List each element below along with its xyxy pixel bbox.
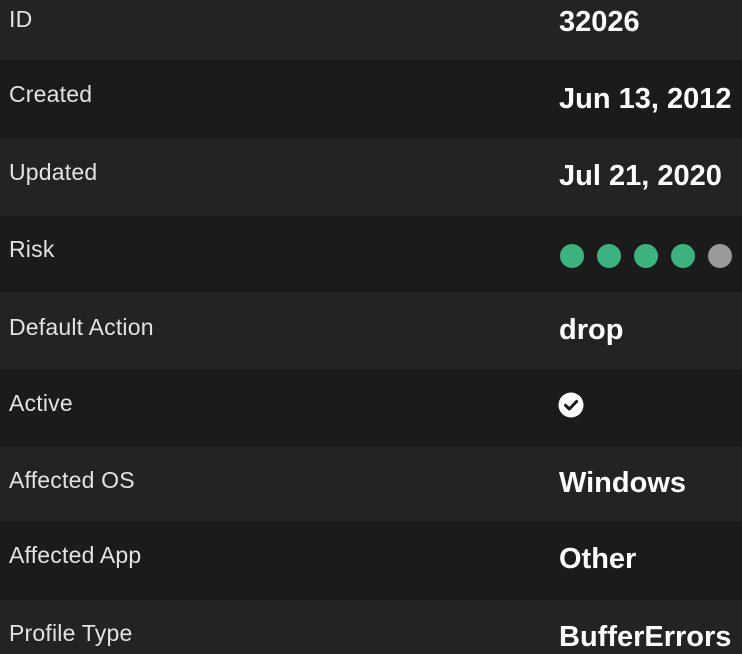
row-value-updated: Jul 21, 2020 <box>559 160 722 192</box>
row-label-active: Active <box>9 390 73 416</box>
row-id: ID 32026 <box>0 0 742 60</box>
row-value-id: 32026 <box>559 6 640 38</box>
row-risk: Risk <box>0 216 742 294</box>
details-table: ID 32026 Created Jun 13, 2012 Updated Ju… <box>0 0 742 654</box>
row-label-profile-type: Profile Type <box>9 620 133 646</box>
row-label-affected-app: Affected App <box>9 542 142 568</box>
row-value-created: Jun 13, 2012 <box>559 83 732 115</box>
row-label-updated: Updated <box>9 159 98 185</box>
risk-dot <box>634 244 658 268</box>
row-value-affected-app: Other <box>559 543 637 575</box>
row-affected-app: Affected App Other <box>0 522 742 600</box>
row-label-default-action: Default Action <box>9 314 154 340</box>
row-created: Created Jun 13, 2012 <box>0 60 742 138</box>
row-label-risk: Risk <box>9 236 55 262</box>
row-label-created: Created <box>9 81 93 107</box>
row-value-profile-type: BufferErrors <box>559 621 732 653</box>
row-affected-os: Affected OS Windows <box>0 446 742 524</box>
risk-dot <box>560 244 584 268</box>
row-profile-type: Profile Type BufferErrors <box>0 600 742 654</box>
row-value-default-action: drop <box>559 314 624 346</box>
row-value-affected-os: Windows <box>559 467 687 499</box>
row-label-id: ID <box>9 6 33 32</box>
row-default-action: Default Action drop <box>0 292 742 370</box>
risk-rating <box>560 244 732 268</box>
risk-dot <box>597 244 621 268</box>
risk-dot <box>671 244 695 268</box>
check-circle-icon <box>558 392 584 418</box>
risk-dot <box>708 244 732 268</box>
row-label-affected-os: Affected OS <box>9 467 135 493</box>
row-updated: Updated Jul 21, 2020 <box>0 138 742 216</box>
row-active: Active <box>0 370 742 448</box>
